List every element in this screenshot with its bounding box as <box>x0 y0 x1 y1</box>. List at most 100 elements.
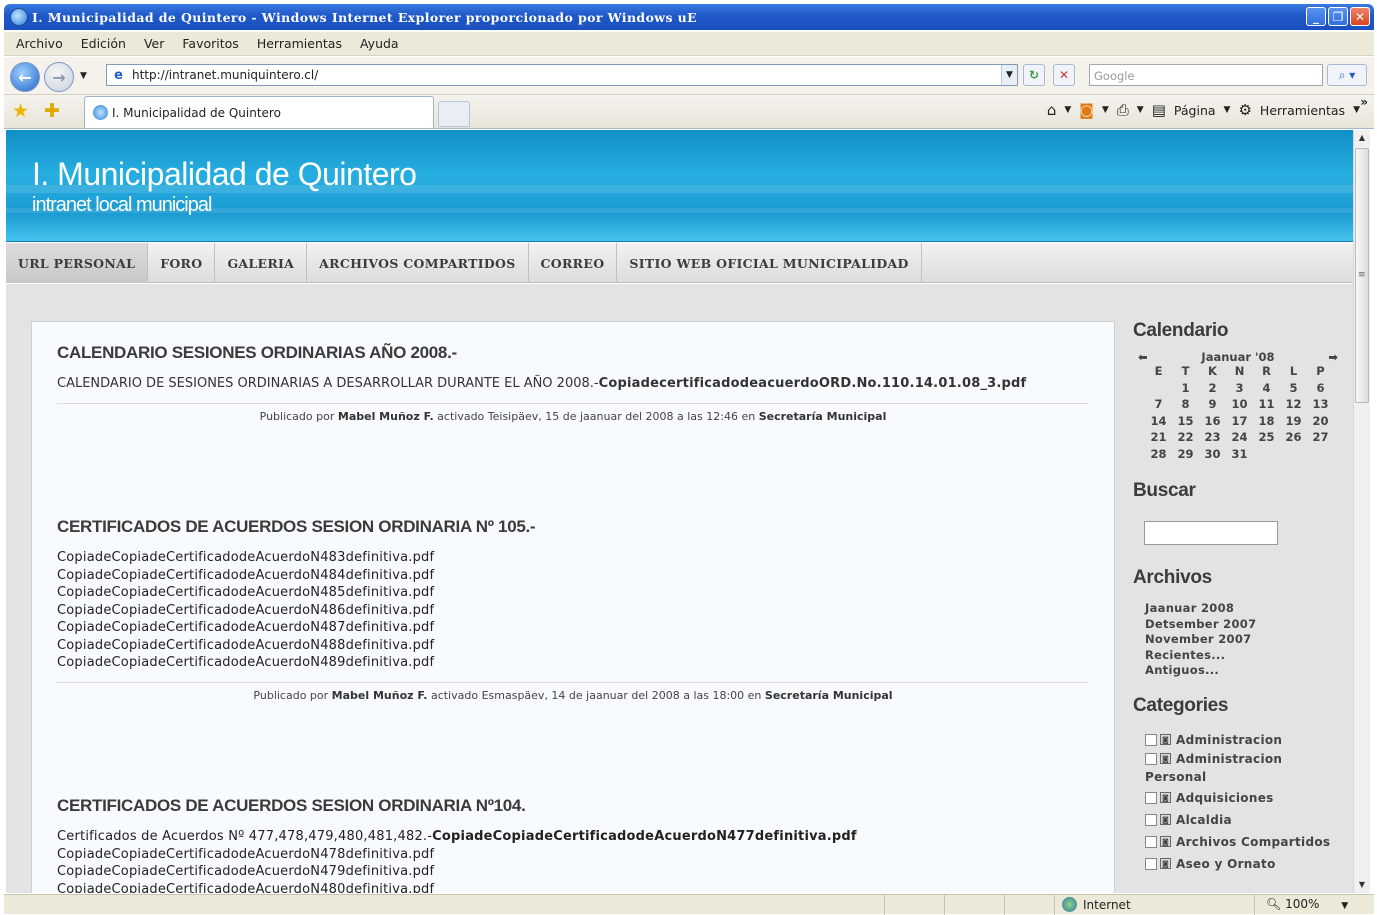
print-icon[interactable]: ⎙ <box>1117 101 1129 119</box>
calendar-day[interactable]: 20 <box>1307 414 1334 430</box>
calendar-day[interactable]: 30 <box>1199 447 1226 463</box>
calendar-day[interactable]: 26 <box>1280 430 1307 446</box>
forward-button[interactable]: → <box>44 62 74 92</box>
category-item[interactable]: ◙ Administracion <box>1145 729 1353 751</box>
new-tab-button[interactable] <box>438 101 470 127</box>
menu-ayuda[interactable]: Ayuda <box>360 36 399 51</box>
calendar-day[interactable]: 2 <box>1199 381 1226 397</box>
menu-favoritos[interactable]: Favoritos <box>182 36 238 51</box>
address-dropdown-icon[interactable]: ▼ <box>1001 65 1017 85</box>
file-link[interactable]: CopiadeCopiadeCertificadodeAcuerdoN483de… <box>57 549 1092 567</box>
vertical-scrollbar[interactable]: ▲ ≡ ▼ <box>1353 130 1370 893</box>
category-item-continued[interactable]: Personal <box>1145 767 1353 787</box>
archive-link[interactable]: Jaanuar 2008 <box>1145 601 1353 617</box>
calendar-day[interactable]: 29 <box>1172 447 1199 463</box>
home-icon[interactable]: ⌂ <box>1047 101 1057 119</box>
calendar-day[interactable]: 5 <box>1280 381 1307 397</box>
calendar-day[interactable]: 11 <box>1253 397 1280 413</box>
calendar-day[interactable]: 16 <box>1199 414 1226 430</box>
back-button[interactable]: ← <box>10 62 40 92</box>
close-button[interactable]: ✕ <box>1350 7 1370 26</box>
calendar-day[interactable]: 23 <box>1199 430 1226 446</box>
calendar-day[interactable]: 21 <box>1145 430 1172 446</box>
file-link[interactable]: CopiadeCopiadeCertificadodeAcuerdoN486de… <box>57 602 1092 620</box>
calendar-day[interactable]: 31 <box>1226 447 1253 463</box>
calendar-day[interactable]: 3 <box>1226 381 1253 397</box>
page-dropdown-icon[interactable]: ▼ <box>1224 105 1231 115</box>
file-link[interactable]: CopiadeCopiadeCertificadodeAcuerdoN484de… <box>57 567 1092 585</box>
file-link[interactable]: CopiadeCopiadeCertificadodeAcuerdoN488de… <box>57 637 1092 655</box>
author-link[interactable]: Mabel Muñoz F. <box>338 410 434 423</box>
calendar-day[interactable]: 28 <box>1145 447 1172 463</box>
stop-button[interactable]: ✕ <box>1053 64 1075 86</box>
menu-edicion[interactable]: Edición <box>81 36 126 51</box>
category-link[interactable]: Secretaría Municipal <box>765 689 893 702</box>
calendar-day[interactable]: 7 <box>1145 397 1172 413</box>
home-dropdown-icon[interactable]: ▼ <box>1064 105 1071 115</box>
calendar-day[interactable]: 22 <box>1172 430 1199 446</box>
file-link[interactable]: CopiadeCopiadeCertificadodeAcuerdoN487de… <box>57 619 1092 637</box>
page-menu[interactable]: Página <box>1174 103 1216 118</box>
category-checkbox[interactable] <box>1145 733 1157 746</box>
file-link[interactable]: CopiadecertificadodeacuerdoORD.No.110.14… <box>599 376 1027 391</box>
category-checkbox[interactable] <box>1145 835 1157 848</box>
add-favorite-icon[interactable]: ✚ <box>44 100 60 122</box>
category-checkbox[interactable] <box>1145 857 1157 870</box>
tools-dropdown-icon[interactable]: ▼ <box>1353 105 1360 115</box>
archive-link[interactable]: Recientes... <box>1145 648 1353 664</box>
next-month-arrow-icon[interactable]: ➡ <box>1328 350 1338 364</box>
security-zone[interactable]: Internet <box>1062 897 1131 912</box>
tools-menu[interactable]: Herramientas <box>1260 103 1345 118</box>
category-item[interactable]: ◙ Alcaldia <box>1145 809 1353 831</box>
rss-icon[interactable]: ◙ <box>1160 858 1171 869</box>
nav-correo[interactable]: CORREO <box>529 243 618 283</box>
rss-icon[interactable]: ◙ <box>1160 734 1171 745</box>
category-checkbox[interactable] <box>1145 752 1157 765</box>
category-item[interactable]: ◙ Adquisiciones <box>1145 787 1353 809</box>
address-url[interactable]: http://intranet.muniquintero.cl/ <box>132 68 318 82</box>
file-link[interactable]: CopiadeCopiadeCertificadodeAcuerdoN477de… <box>432 829 857 844</box>
calendar-day[interactable]: 4 <box>1253 381 1280 397</box>
category-item[interactable]: ◙ Administracion <box>1145 751 1353 767</box>
calendar-day[interactable]: 18 <box>1253 414 1280 430</box>
category-checkbox[interactable] <box>1145 791 1157 804</box>
nav-archivos-compartidos[interactable]: ARCHIVOS COMPARTIDOS <box>307 243 529 283</box>
file-link[interactable]: CopiadeCopiadeCertificadodeAcuerdoN478de… <box>57 846 1092 864</box>
chevron-more-icon[interactable]: » <box>1360 95 1368 109</box>
rss-icon[interactable]: ◙ <box>1160 814 1171 825</box>
category-checkbox[interactable] <box>1145 813 1157 826</box>
nav-galeria[interactable]: GALERIA <box>215 243 308 283</box>
site-title[interactable]: I. Municipalidad de Quintero <box>32 156 417 193</box>
search-input[interactable]: Google <box>1089 64 1323 86</box>
nav-url-personal[interactable]: URL PERSONAL <box>6 243 149 283</box>
file-link[interactable]: CopiadeCopiadeCertificadodeAcuerdoN480de… <box>57 881 1092 894</box>
calendar-day[interactable]: 25 <box>1253 430 1280 446</box>
rss-feed-icon[interactable]: ◙ <box>1079 101 1094 119</box>
favorites-star-icon[interactable]: ★ <box>12 100 29 122</box>
address-bar[interactable]: e http://intranet.muniquintero.cl/ ▼ <box>106 64 1018 86</box>
calendar-day[interactable]: 27 <box>1307 430 1334 446</box>
post-title[interactable]: CERTIFICADOS DE ACUERDOS SESION ORDINARI… <box>57 796 1092 816</box>
calendar-day[interactable]: 1 <box>1172 381 1199 397</box>
tab-quintero[interactable]: I. Municipalidad de Quintero <box>84 96 434 128</box>
menu-ver[interactable]: Ver <box>144 36 164 51</box>
calendar-day[interactable]: 14 <box>1145 414 1172 430</box>
search-button[interactable]: ⌕ ▾ <box>1327 64 1367 86</box>
calendar-day[interactable]: 12 <box>1280 397 1307 413</box>
scroll-up-arrow-icon[interactable]: ▲ <box>1354 130 1370 146</box>
category-item[interactable]: ◙ Aseo y Ornato <box>1145 853 1353 875</box>
menu-herramientas[interactable]: Herramientas <box>257 36 342 51</box>
archive-link[interactable]: Detsember 2007 <box>1145 617 1353 633</box>
refresh-button[interactable]: ↻ <box>1023 64 1045 86</box>
recent-pages-dropdown-icon[interactable]: ▼ <box>80 71 87 81</box>
feed-dropdown-icon[interactable]: ▼ <box>1102 105 1109 115</box>
restore-button[interactable]: ❐ <box>1328 7 1348 26</box>
calendar-day[interactable]: 10 <box>1226 397 1253 413</box>
menu-archivo[interactable]: Archivo <box>16 36 63 51</box>
post-title[interactable]: CERTIFICADOS DE ACUERDOS SESION ORDINARI… <box>57 517 1092 537</box>
prev-month-arrow-icon[interactable]: ⬅ <box>1138 350 1148 364</box>
zoom-control[interactable]: 🔍︎ 100% ▼ <box>1266 897 1348 911</box>
file-link[interactable]: CopiadeCopiadeCertificadodeAcuerdoN479de… <box>57 863 1092 881</box>
file-link[interactable]: CopiadeCopiadeCertificadodeAcuerdoN489de… <box>57 654 1092 672</box>
calendar-day[interactable]: 15 <box>1172 414 1199 430</box>
